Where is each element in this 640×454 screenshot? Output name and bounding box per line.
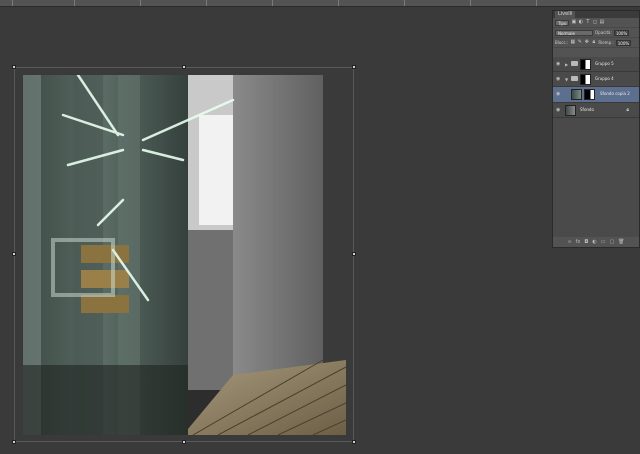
layer-name: Gruppo 4 [595,76,614,81]
eye-icon[interactable]: ◉ [556,62,560,67]
filter-kind-select[interactable]: Tipo [555,19,570,26]
opacity-input[interactable]: 100% [613,29,630,36]
layer-mask-thumbnail[interactable] [584,89,595,100]
transform-handle-middle-right[interactable] [352,252,356,256]
ruler-tick [206,0,207,6]
blend-row: Normale Opacità: 100% [553,28,639,38]
filter-row: Tipo ▣ ◐ T ◻ ▤ [553,18,639,28]
folder-icon [571,61,578,66]
ruler-tick [12,0,13,6]
panel-footer: ∞ fx ◘ ◐ ▭ ▢ 🗑︎ [553,237,639,247]
lock-pixels-icon[interactable]: ✎ [577,40,582,45]
ruler-tick [470,0,471,6]
top-ruler [0,0,640,7]
transform-handle-top-center[interactable] [182,65,186,69]
layer-row-selected[interactable]: ◉ Sfondo copia 2 [553,87,639,103]
ruler-tick [272,0,273,6]
tab-layers[interactable]: Livelli [555,11,576,18]
document-canvas[interactable] [23,75,346,435]
ruler-tick [74,0,75,6]
layers-panel[interactable]: Livelli Tipo ▣ ◐ T ◻ ▤ Normale Opacità: … [552,10,640,248]
lock-position-icon[interactable]: ✥ [584,40,589,45]
transform-handle-top-right[interactable] [352,65,356,69]
folder-icon [571,76,578,81]
eye-icon[interactable]: ◉ [556,77,560,82]
fill-input[interactable]: 100% [615,39,632,46]
layer-thumbnail[interactable] [565,105,576,116]
lock-row: Blocc.: ▦ ✎ ✥ 🔒︎ Riemp.: 100% [553,38,639,48]
layer-thumbnail[interactable] [571,89,582,100]
trash-icon[interactable]: 🗑︎ [618,239,624,245]
lock-label: Blocc.: [555,40,569,45]
eye-icon[interactable]: ◉ [556,92,560,97]
layer-mask-thumbnail[interactable] [580,59,591,70]
panel-titlebar: Livelli [553,11,639,18]
layer-name: Sfondo [580,107,594,112]
opacity-label: Opacità: [595,30,612,35]
transform-handle-bottom-right[interactable] [352,440,356,444]
transform-handle-bottom-center[interactable] [182,440,186,444]
layers-list: ◉ ▶ Gruppo 5 ◉ ▼ Gruppo 4 ◉ Sfondo copia… [553,57,639,237]
lock-all-icon[interactable]: 🔒︎ [591,40,596,45]
pixel-filter-icon[interactable]: ▣ [571,20,577,25]
new-layer-icon[interactable]: ▢ [609,239,614,245]
transform-handle-top-left[interactable] [12,65,16,69]
interior-render [23,75,346,435]
layer-row[interactable]: ◉ ▼ Gruppo 4 [553,72,639,87]
lock-transparent-icon[interactable]: ▦ [570,40,575,45]
transform-handle-bottom-left[interactable] [12,440,16,444]
layer-row[interactable]: ◉ Sfondo 🔒︎ [553,103,639,118]
transform-handle-middle-left[interactable] [12,252,16,256]
layer-row[interactable]: ◉ ▶ Gruppo 5 [553,57,639,72]
link-layers-icon[interactable]: ∞ [567,239,571,245]
layer-style-icon[interactable]: fx [576,239,581,245]
eye-icon[interactable]: ◉ [556,108,560,113]
adjustment-filter-icon[interactable]: ◐ [578,20,583,25]
ruler-tick [536,0,537,6]
expanded-arrow-icon[interactable]: ▼ [565,77,568,82]
layer-name: Gruppo 5 [595,61,614,66]
shape-filter-icon[interactable]: ◻ [592,20,597,25]
adjustment-layer-icon[interactable]: ◐ [592,239,596,245]
ruler-tick [140,0,141,6]
ruler-tick [338,0,339,6]
ruler-tick [404,0,405,6]
type-filter-icon[interactable]: T [585,20,590,25]
collapsed-arrow-icon[interactable]: ▶ [565,62,568,67]
blend-mode-select[interactable]: Normale [555,29,593,36]
lock-icon: 🔒︎ [626,107,629,113]
fill-label: Riemp.: [598,40,614,45]
new-group-icon[interactable]: ▭ [601,239,606,245]
layer-mask-thumbnail[interactable] [580,74,591,85]
smart-object-filter-icon[interactable]: ▤ [599,20,605,25]
layer-name: Sfondo copia 2 [600,91,630,96]
add-mask-icon[interactable]: ◘ [584,239,588,245]
